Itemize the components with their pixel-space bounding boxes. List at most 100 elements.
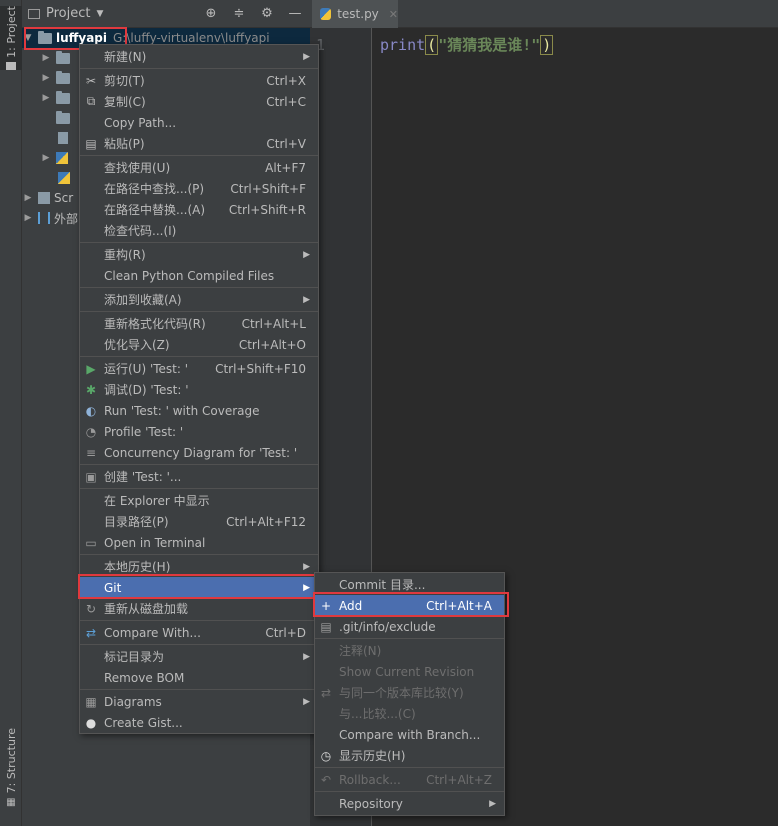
- menu-item-cut[interactable]: ✂ 剪切(T) Ctrl+X: [80, 70, 318, 91]
- menu-item-find-in-path[interactable]: 在路径中查找...(P) Ctrl+Shift+F: [80, 178, 318, 199]
- tree-row[interactable]: [52, 128, 74, 148]
- menu-item-add-to-favorites[interactable]: 添加到收藏(A) ▶: [80, 289, 318, 310]
- menu-item-shortcut: Ctrl+V: [266, 136, 306, 151]
- git-menu-item-compare-with[interactable]: 与...比较...(C): [315, 703, 504, 724]
- menu-item-shortcut: Ctrl+Alt+L: [241, 316, 306, 331]
- plus-icon: +: [320, 598, 332, 613]
- menu-item-compare-with[interactable]: ⇄ Compare With... Ctrl+D: [80, 622, 318, 643]
- menu-item-replace-in-path[interactable]: 在路径中替换...(A) Ctrl+Shift+R: [80, 199, 318, 220]
- tree-row-external-libraries[interactable]: ▶ 外部: [22, 208, 78, 228]
- git-menu-item-show-current-revision[interactable]: Show Current Revision: [315, 661, 504, 682]
- menu-item-diagrams[interactable]: ▦ Diagrams ▶: [80, 691, 318, 712]
- menu-item-label: Copy Path...: [104, 115, 177, 130]
- menu-item-copy[interactable]: ⧉ 复制(C) Ctrl+C: [80, 91, 318, 112]
- reload-icon: ↻: [85, 601, 97, 616]
- collapse-all-icon[interactable]: ≑: [230, 4, 248, 22]
- git-menu-item-exclude[interactable]: ▤ .git/info/exclude: [315, 616, 504, 637]
- menu-item-create-config[interactable]: ▣ 创建 'Test: '...: [80, 466, 318, 487]
- menu-item-refactor[interactable]: 重构(R) ▶: [80, 244, 318, 265]
- git-menu-item-show-history[interactable]: ◷ 显示历史(H): [315, 745, 504, 766]
- locate-icon[interactable]: ⊕: [202, 4, 220, 22]
- menu-item-clean-compiled[interactable]: Clean Python Compiled Files: [80, 265, 318, 286]
- git-menu-item-repository[interactable]: Repository ▶: [315, 793, 504, 814]
- menu-item-new[interactable]: 新建(N) ▶: [80, 46, 318, 67]
- collapse-triangle-icon[interactable]: ▶: [22, 213, 34, 223]
- tree-row[interactable]: ▶: [40, 148, 72, 168]
- debug-bug-icon: ✱: [85, 382, 97, 397]
- menu-item-shortcut: Ctrl+Shift+F: [230, 181, 306, 196]
- library-icon: [38, 212, 50, 224]
- chevron-down-icon[interactable]: ▼: [96, 9, 103, 19]
- menu-item-reload-from-disk[interactable]: ↻ 重新从磁盘加载: [80, 598, 318, 619]
- menu-item-label: Rollback...: [339, 772, 401, 787]
- menu-item-create-gist[interactable]: ● Create Gist...: [80, 712, 318, 733]
- hide-icon[interactable]: —: [286, 4, 304, 22]
- menu-separator: [80, 356, 318, 357]
- tool-window-stripe: 1: Project 7: Structure ▦: [0, 0, 22, 826]
- tree-row-scratches[interactable]: ▶ Scr: [22, 188, 74, 208]
- clock-icon: ◷: [320, 748, 332, 763]
- menu-separator: [315, 767, 504, 768]
- menu-item-optimize-imports[interactable]: 优化导入(Z) Ctrl+Alt+O: [80, 334, 318, 355]
- git-menu-item-rollback[interactable]: ↶ Rollback... Ctrl+Alt+Z: [315, 769, 504, 790]
- tree-row[interactable]: [52, 168, 76, 188]
- menu-item-inspect-code[interactable]: 检查代码...(I): [80, 220, 318, 241]
- project-tool-tab[interactable]: 1: Project: [0, 6, 22, 70]
- menu-item-concurrency-diagram[interactable]: ≡ Concurrency Diagram for 'Test: ': [80, 442, 318, 463]
- menu-item-local-history[interactable]: 本地历史(H) ▶: [80, 556, 318, 577]
- menu-item-run-with-coverage[interactable]: ◐ Run 'Test: ' with Coverage: [80, 400, 318, 421]
- git-menu-item-commit[interactable]: Commit 目录...: [315, 574, 504, 595]
- menu-item-label: 与同一个版本库比较(Y): [339, 686, 464, 700]
- root-folder-name: luffyapi: [56, 31, 107, 45]
- compare-icon: ⇄: [320, 685, 332, 700]
- menu-item-run[interactable]: ▶ 运行(U) 'Test: ' Ctrl+Shift+F10: [80, 358, 318, 379]
- code-func: print: [380, 36, 426, 54]
- menu-item-mark-directory-as[interactable]: 标记目录为 ▶: [80, 646, 318, 667]
- menu-item-label: 标记目录为: [104, 650, 165, 664]
- tree-row[interactable]: ▶: [40, 88, 74, 108]
- menu-item-paste[interactable]: ▤ 粘贴(P) Ctrl+V: [80, 133, 318, 154]
- git-menu-item-compare-branch[interactable]: Compare with Branch...: [315, 724, 504, 745]
- menu-item-show-in-explorer[interactable]: 在 Explorer 中显示: [80, 490, 318, 511]
- collapse-triangle-icon[interactable]: ▶: [22, 193, 34, 203]
- expand-triangle-icon[interactable]: ▼: [22, 33, 34, 43]
- tree-row[interactable]: ▶: [40, 48, 74, 68]
- chevron-right-icon: ▶: [303, 582, 310, 593]
- tab-test-py[interactable]: test.py ✕: [312, 0, 398, 28]
- git-menu-item-add[interactable]: + Add Ctrl+Alt+A: [315, 595, 504, 616]
- close-icon[interactable]: ✕: [389, 8, 398, 21]
- menu-item-profile[interactable]: ◔ Profile 'Test: ': [80, 421, 318, 442]
- structure-tool-tab[interactable]: 7: Structure ▦: [0, 728, 22, 808]
- menu-item-remove-bom[interactable]: Remove BOM: [80, 667, 318, 688]
- menu-item-debug[interactable]: ✱ 调试(D) 'Test: ': [80, 379, 318, 400]
- menu-item-shortcut: Alt+F7: [265, 160, 306, 175]
- menu-item-label: 查找使用(U): [104, 161, 171, 175]
- menu-item-directory-path[interactable]: 目录路径(P) Ctrl+Alt+F12: [80, 511, 318, 532]
- project-panel-title[interactable]: Project: [46, 6, 90, 21]
- git-menu-item-compare-same-repo[interactable]: ⇄ 与同一个版本库比较(Y): [315, 682, 504, 703]
- menu-item-copy-path[interactable]: Copy Path...: [80, 112, 318, 133]
- project-tool-tab-label: 1: Project: [4, 6, 18, 58]
- collapse-triangle-icon[interactable]: ▶: [40, 73, 52, 83]
- profile-icon: ◔: [85, 424, 97, 439]
- terminal-icon: ▭: [85, 535, 97, 550]
- collapse-triangle-icon[interactable]: ▶: [40, 53, 52, 63]
- menu-item-label: .git/info/exclude: [339, 619, 436, 634]
- tree-row[interactable]: [52, 108, 74, 128]
- menu-item-reformat-code[interactable]: 重新格式化代码(R) Ctrl+Alt+L: [80, 313, 318, 334]
- menu-separator: [80, 488, 318, 489]
- collapse-triangle-icon[interactable]: ▶: [40, 153, 52, 163]
- collapse-triangle-icon[interactable]: ▶: [40, 93, 52, 103]
- code-line[interactable]: print("猜猜我是谁!"): [380, 34, 554, 55]
- menu-item-label: Clean Python Compiled Files: [104, 268, 275, 283]
- menu-item-git[interactable]: Git ▶: [80, 577, 318, 598]
- git-menu-item-annotate[interactable]: 注释(N): [315, 640, 504, 661]
- menu-item-label: Remove BOM: [104, 670, 185, 685]
- tree-row[interactable]: ▶: [40, 68, 74, 88]
- gear-icon[interactable]: ⚙: [258, 4, 276, 22]
- python-file-icon: [58, 172, 70, 184]
- structure-icon: ▦: [6, 797, 16, 809]
- menu-item-open-in-terminal[interactable]: ▭ Open in Terminal: [80, 532, 318, 553]
- menu-item-find-usages[interactable]: 查找使用(U) Alt+F7: [80, 157, 318, 178]
- menu-item-label: 粘贴(P): [104, 137, 145, 151]
